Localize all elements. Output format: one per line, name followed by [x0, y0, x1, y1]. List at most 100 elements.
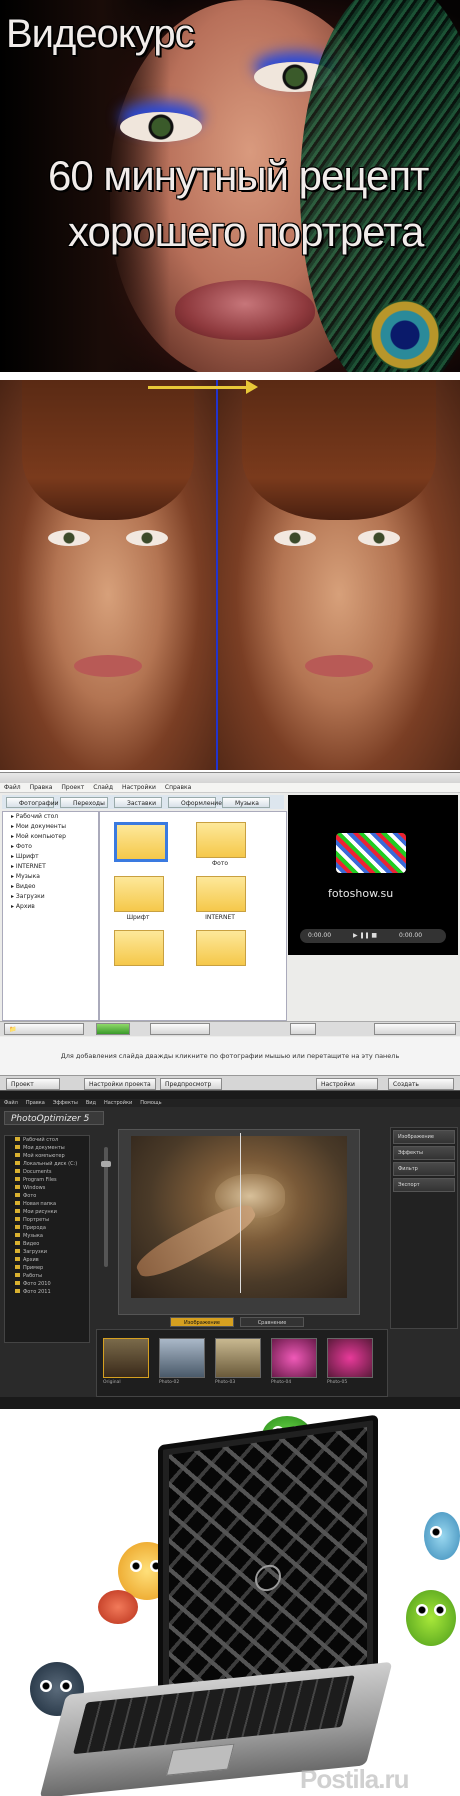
view-tabs: Изображение Сравнение: [170, 1317, 310, 1327]
thumbnail-caption: Photo-04: [271, 1380, 292, 1385]
folder-icon[interactable]: [196, 930, 246, 966]
tree-item[interactable]: Фото 2010: [5, 1280, 89, 1288]
tool-button[interactable]: Изображение: [393, 1130, 455, 1144]
tool-button[interactable]: Экспорт: [393, 1178, 455, 1192]
tree-item[interactable]: Мои рисунки: [5, 1208, 89, 1216]
folder-icon[interactable]: [114, 876, 164, 912]
tree-item[interactable]: ▸ INTERNET: [3, 862, 98, 872]
edit-tools-icon[interactable]: [150, 1023, 210, 1035]
tab-music[interactable]: Музыка: [222, 797, 270, 808]
nav-arrows-icon[interactable]: [96, 1023, 130, 1035]
create-button[interactable]: Создать: [388, 1078, 454, 1090]
tree-item[interactable]: Природа: [5, 1224, 89, 1232]
tree-item[interactable]: Работы: [5, 1272, 89, 1280]
tree-item[interactable]: Фото 2011: [5, 1288, 89, 1296]
project-settings-button[interactable]: Настройки проекта: [84, 1078, 156, 1090]
mascot-eye: [430, 1526, 442, 1538]
menu-item[interactable]: Эффекты: [53, 1100, 78, 1106]
after-left-eye: [274, 530, 316, 546]
folder-tree[interactable]: Рабочий стол Мои документы Мой компьютер Ло…: [4, 1135, 90, 1343]
menu-item[interactable]: Правка: [26, 1100, 45, 1106]
thumbnail[interactable]: [103, 1338, 149, 1378]
menu-item[interactable]: Файл: [4, 1100, 18, 1106]
tree-item[interactable]: ▸ Загрузки: [3, 892, 98, 902]
tree-item[interactable]: ▸ Рабочий стол: [3, 812, 98, 822]
folder-icon[interactable]: [196, 876, 246, 912]
photo-grid: Фото Шрифт INTERNET: [99, 811, 287, 1021]
tool-button[interactable]: Эффекты: [393, 1146, 455, 1160]
menu-item[interactable]: Файл: [4, 784, 21, 791]
tab-intros[interactable]: Заставки: [114, 797, 162, 808]
thumbnail[interactable]: [215, 1338, 261, 1378]
blue-mascot: [424, 1512, 460, 1560]
menubar: Файл Правка Эффекты Вид Настройки Помощь: [0, 1099, 460, 1107]
thumbnail[interactable]: [159, 1338, 205, 1378]
tree-item[interactable]: Documents: [5, 1168, 89, 1176]
thumbnail[interactable]: [271, 1338, 317, 1378]
tree-item[interactable]: ▸ Архив: [3, 902, 98, 912]
tree-item[interactable]: Program Files: [5, 1176, 89, 1184]
zoom-slider-knob[interactable]: [101, 1161, 111, 1167]
tab-photos[interactable]: Фотографии: [6, 797, 59, 808]
thumbnail-caption: Photo-02: [159, 1380, 180, 1385]
before-mouth: [74, 655, 142, 677]
tree-item[interactable]: Мои документы: [5, 1144, 89, 1152]
tree-item[interactable]: Мой компьютер: [5, 1152, 89, 1160]
menu-item[interactable]: Справка: [165, 784, 191, 791]
folder-tree[interactable]: ▸ Рабочий стол ▸ Мои документы ▸ Мой ком…: [2, 811, 99, 1021]
slide-settings-button[interactable]: [374, 1023, 456, 1035]
folder-caption: Шрифт: [126, 914, 150, 921]
add-button[interactable]: 📁: [4, 1023, 84, 1035]
tree-item[interactable]: Пример: [5, 1264, 89, 1272]
project-button[interactable]: Проект: [6, 1078, 60, 1090]
tree-item[interactable]: Видео: [5, 1240, 89, 1248]
after-right-eye: [358, 530, 400, 546]
before-right-eye: [126, 530, 168, 546]
tree-item[interactable]: Локальный диск (C:): [5, 1160, 89, 1168]
menu-item[interactable]: Проект: [61, 784, 84, 791]
folder-icon[interactable]: [114, 822, 168, 862]
thumbnail[interactable]: [327, 1338, 373, 1378]
folder-icon[interactable]: [196, 822, 246, 858]
compare-split-line[interactable]: [240, 1133, 241, 1293]
tree-item[interactable]: Портреты: [5, 1216, 89, 1224]
comparison-divider[interactable]: [216, 380, 218, 770]
tree-item[interactable]: ▸ Фото: [3, 842, 98, 852]
folder-icon[interactable]: [114, 930, 164, 966]
green-mascot-right: [406, 1590, 456, 1646]
menu-item[interactable]: Слайд: [93, 784, 113, 791]
tree-item[interactable]: ▸ Музыка: [3, 872, 98, 882]
zoom-icon[interactable]: [290, 1023, 316, 1035]
menu-item[interactable]: Правка: [30, 784, 53, 791]
tree-item[interactable]: Windows: [5, 1184, 89, 1192]
tree-item[interactable]: Рабочий стол: [5, 1136, 89, 1144]
tab-design[interactable]: Оформление: [168, 797, 222, 808]
settings-button[interactable]: Настройки: [316, 1078, 378, 1090]
tree-item[interactable]: Музыка: [5, 1232, 89, 1240]
hero-title-line3: хорошего портрета: [68, 208, 424, 255]
play-icon[interactable]: ▶ ❚❚ ■: [353, 932, 377, 939]
menu-item[interactable]: Настройки: [122, 784, 156, 791]
tree-item[interactable]: ▸ Мой компьютер: [3, 832, 98, 842]
tools-panel: Изображение Эффекты Фильтр Экспорт: [390, 1127, 458, 1329]
tab-transitions[interactable]: Переходы: [60, 797, 108, 808]
menu-item[interactable]: Вид: [86, 1100, 96, 1106]
tree-item[interactable]: Фото: [5, 1192, 89, 1200]
tree-item[interactable]: ▸ Шрифт: [3, 852, 98, 862]
tree-item[interactable]: ▸ Видео: [3, 882, 98, 892]
tab-compare[interactable]: Сравнение: [240, 1317, 304, 1327]
preview-button[interactable]: Предпросмотр: [160, 1078, 222, 1090]
tab-image[interactable]: Изображение: [170, 1317, 234, 1327]
menu-item[interactable]: Помощь: [140, 1100, 161, 1106]
window-titlebar: [0, 1091, 460, 1099]
tool-button[interactable]: Фильтр: [393, 1162, 455, 1176]
tree-item[interactable]: Загрузки: [5, 1248, 89, 1256]
time-left: 0:00.00: [308, 932, 332, 939]
hero-banner: Видеокурс 60 минутный рецепт хорошего по…: [0, 0, 460, 372]
tree-item[interactable]: Архив: [5, 1256, 89, 1264]
tree-item[interactable]: ▸ Мои документы: [3, 822, 98, 832]
menu-item[interactable]: Настройки: [104, 1100, 132, 1106]
arrow-right-icon: [246, 380, 258, 394]
player-controls[interactable]: 0:00.00 ▶ ❚❚ ■ 0:00.00: [300, 929, 446, 943]
tree-item[interactable]: Новая папка: [5, 1200, 89, 1208]
